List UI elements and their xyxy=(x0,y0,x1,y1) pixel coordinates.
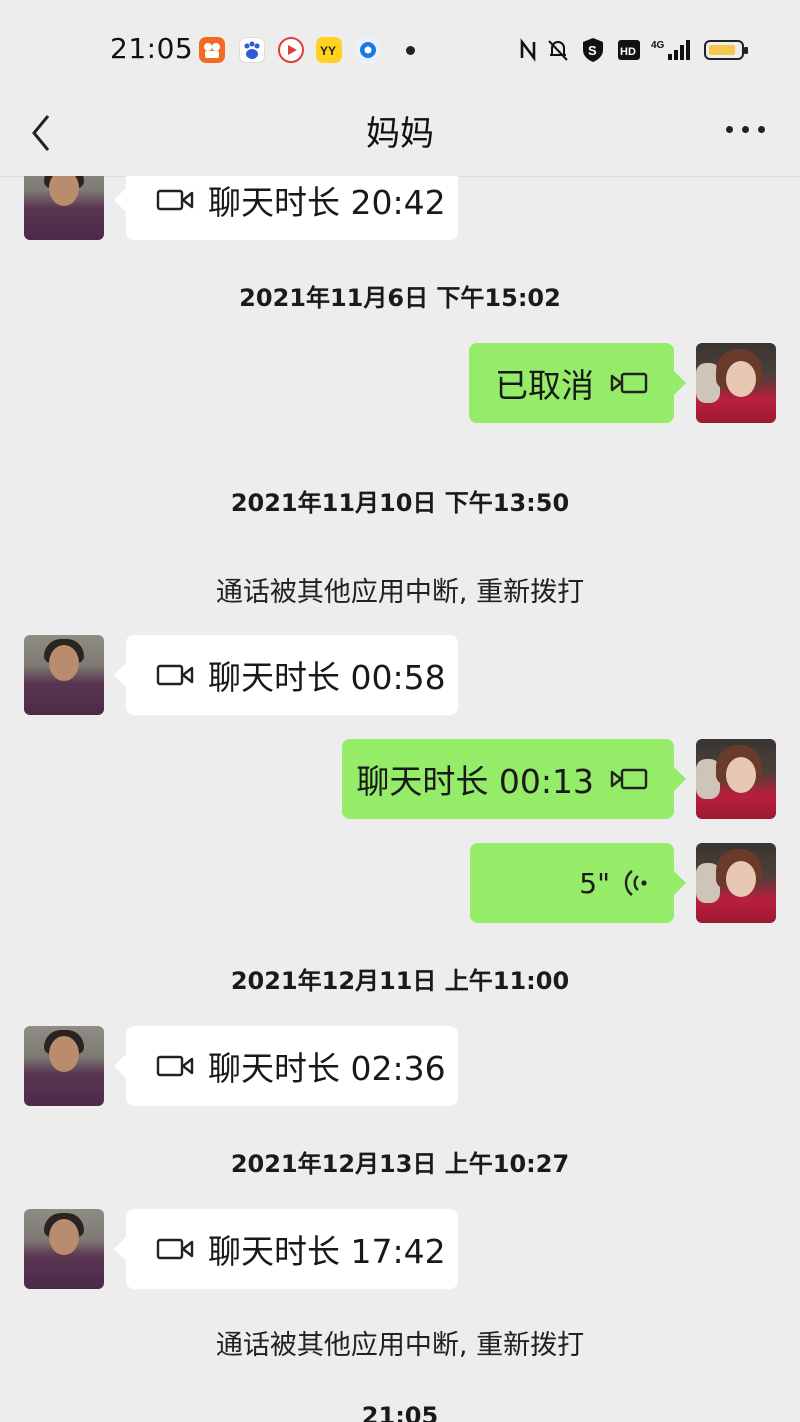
timestamp: 2021年11月6日 下午15:02 xyxy=(239,284,561,312)
svg-text:S: S xyxy=(588,43,597,58)
nfc-icon xyxy=(518,36,538,64)
chat-title: 妈妈 xyxy=(366,114,434,154)
contact-avatar[interactable] xyxy=(24,1209,104,1289)
video-camera-icon xyxy=(156,189,194,211)
more-options-button[interactable] xyxy=(722,114,770,144)
video-camera-icon xyxy=(610,768,648,790)
video-call-message[interactable]: 聊天时长 00:58 xyxy=(114,635,458,715)
call-duration-text: 聊天时长 00:13 xyxy=(356,762,594,801)
shield-icon: S xyxy=(581,36,605,64)
video-call-message[interactable]: 聊天时长 02:36 xyxy=(114,1026,458,1106)
call-duration-text: 聊天时长 20:42 xyxy=(208,183,446,222)
system-notice: 通话被其他应用中断, 重新拨打 xyxy=(215,1330,585,1361)
video-call-message[interactable]: 聊天时长 20:42 xyxy=(114,176,458,240)
message-list[interactable]: 聊天时长 20:42 2021年11月6日 下午15:02 已取消 2021年1… xyxy=(0,176,800,1422)
contact-avatar[interactable] xyxy=(24,1026,104,1106)
browser-icon xyxy=(355,37,381,63)
call-duration-text: 聊天时长 00:58 xyxy=(208,658,446,697)
my-avatar[interactable] xyxy=(696,739,776,819)
video-camera-icon xyxy=(610,372,648,394)
yy-icon-label: YY xyxy=(320,44,336,58)
timestamp: 2021年12月11日 上午11:00 xyxy=(230,967,570,995)
video-call-message[interactable]: 聊天时长 00:13 xyxy=(342,739,686,819)
signal-label: 4G xyxy=(651,40,665,51)
status-bar: 21:05 YY S HD 4G xyxy=(0,0,800,100)
call-status-text: 已取消 xyxy=(495,366,594,405)
voice-duration-text: 5" xyxy=(579,866,610,900)
video-app-icon xyxy=(278,37,304,63)
my-avatar[interactable] xyxy=(696,343,776,423)
baidu-icon xyxy=(239,37,265,63)
system-notice: 通话被其他应用中断, 重新拨打 xyxy=(215,577,585,608)
video-camera-icon xyxy=(156,1238,194,1260)
signal-4g-icon: 4G xyxy=(650,36,694,64)
call-duration-text: 聊天时长 02:36 xyxy=(208,1049,446,1088)
voice-message[interactable]: 5" xyxy=(470,843,686,923)
yy-icon: YY xyxy=(316,37,342,63)
video-call-message[interactable]: 已取消 xyxy=(469,343,686,423)
timestamp: 2021年11月10日 下午13:50 xyxy=(230,489,570,517)
contact-avatar[interactable] xyxy=(24,176,104,240)
kuaishou-icon xyxy=(199,37,225,63)
more-dots-icon xyxy=(726,126,733,133)
timestamp: 2021年12月13日 上午10:27 xyxy=(230,1150,570,1178)
timestamp: 21:05 xyxy=(361,1402,439,1422)
video-call-message[interactable]: 聊天时长 17:42 xyxy=(114,1209,458,1289)
call-duration-text: 聊天时长 17:42 xyxy=(208,1232,446,1271)
notification-dot xyxy=(406,46,415,55)
video-camera-icon xyxy=(156,1055,194,1077)
battery-icon xyxy=(704,40,748,60)
video-camera-icon xyxy=(156,664,194,686)
status-time: 21:05 xyxy=(110,32,194,65)
my-avatar[interactable] xyxy=(696,843,776,923)
mute-bell-icon xyxy=(546,36,570,64)
chat-header: 妈妈 xyxy=(0,100,800,177)
hd-icon: HD xyxy=(617,36,641,64)
contact-avatar[interactable] xyxy=(24,635,104,715)
hd-label: HD xyxy=(620,46,636,58)
voice-wave-icon xyxy=(624,870,647,896)
